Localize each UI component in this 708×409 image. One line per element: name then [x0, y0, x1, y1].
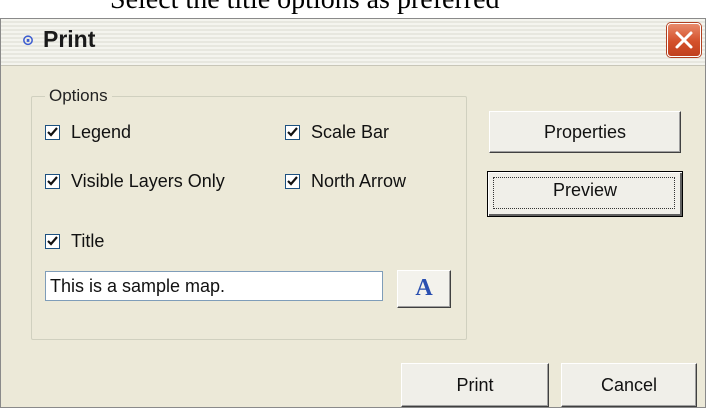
- checkmark-icon: [47, 175, 58, 186]
- print-dialog: ⊙ Print Options Legend Scale Bar Visible…: [0, 18, 706, 408]
- title-bar[interactable]: ⊙ Print: [1, 19, 705, 66]
- title-checkbox-label: Title: [71, 230, 105, 251]
- close-button[interactable]: [667, 23, 701, 57]
- print-button[interactable]: Print: [401, 363, 549, 407]
- properties-button-label: Properties: [543, 122, 627, 142]
- caption-strip: Select the title options as preferred: [0, 0, 708, 18]
- north-arrow-checkbox-box[interactable]: [285, 173, 300, 189]
- caption-text: Select the title options as preferred: [110, 0, 500, 16]
- north-arrow-checkbox[interactable]: North Arrow: [285, 170, 406, 192]
- title-checkbox-box[interactable]: [45, 233, 60, 249]
- visible-layers-only-checkbox[interactable]: Visible Layers Only: [45, 170, 225, 192]
- options-group-label: Options: [45, 86, 112, 106]
- title-checkbox[interactable]: Title: [45, 230, 104, 252]
- scale-bar-checkbox-box[interactable]: [285, 124, 300, 140]
- legend-checkbox-box[interactable]: [45, 124, 60, 140]
- legend-checkbox-label: Legend: [71, 121, 132, 142]
- checkmark-icon: [287, 126, 298, 137]
- properties-button[interactable]: Properties: [489, 111, 681, 153]
- title-font-button[interactable]: A: [397, 270, 451, 308]
- checkmark-icon: [47, 126, 58, 137]
- preview-button[interactable]: Preview: [487, 171, 683, 217]
- checkmark-icon: [47, 235, 58, 246]
- scale-bar-checkbox-label: Scale Bar: [311, 121, 390, 142]
- north-arrow-checkbox-label: North Arrow: [311, 170, 407, 191]
- print-button-label: Print: [456, 375, 494, 395]
- focus-rectangle: [493, 177, 675, 209]
- legend-checkbox[interactable]: Legend: [45, 121, 131, 143]
- font-icon: A: [415, 275, 433, 301]
- close-icon: [675, 31, 693, 49]
- window-title: Print: [43, 26, 96, 52]
- visible-layers-only-checkbox-label: Visible Layers Only: [71, 170, 225, 191]
- cancel-button[interactable]: Cancel: [561, 363, 697, 407]
- cancel-button-label: Cancel: [600, 375, 658, 395]
- print-dialog-icon: ⊙: [21, 31, 35, 49]
- checkmark-icon: [287, 175, 298, 186]
- scale-bar-checkbox[interactable]: Scale Bar: [285, 121, 389, 143]
- visible-layers-only-checkbox-box[interactable]: [45, 173, 60, 189]
- map-title-input[interactable]: [45, 271, 383, 301]
